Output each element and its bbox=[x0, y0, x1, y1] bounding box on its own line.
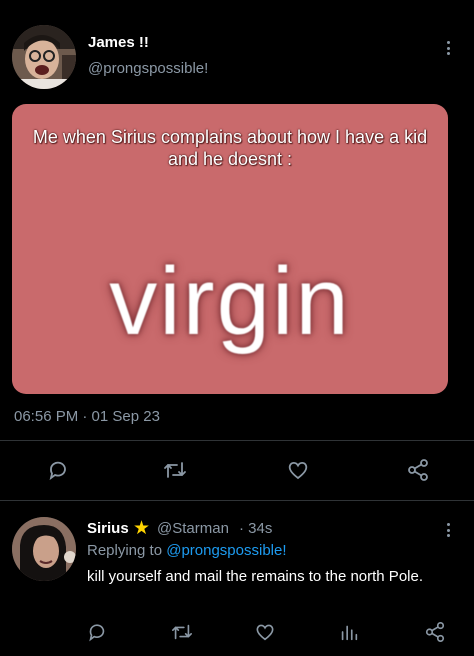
more-icon[interactable] bbox=[440, 520, 456, 540]
reply-icon bbox=[49, 461, 66, 481]
retweet-button[interactable] bbox=[168, 618, 196, 646]
author-handle[interactable]: @prongspossible! bbox=[88, 60, 208, 77]
reply-age[interactable]: · 34s bbox=[239, 520, 272, 537]
divider bbox=[0, 440, 474, 441]
meme-caption: Me when Sirius complains about how I hav… bbox=[32, 127, 428, 169]
author-name[interactable]: James !! bbox=[88, 34, 149, 51]
retweet-icon bbox=[172, 624, 192, 640]
reply-author-handle[interactable]: @Starman bbox=[157, 520, 229, 537]
tweet-media-image[interactable]: Me when Sirius complains about how I hav… bbox=[12, 104, 448, 394]
like-icon bbox=[288, 461, 308, 480]
meme-word: virgin bbox=[109, 248, 351, 355]
divider bbox=[0, 500, 474, 501]
like-icon bbox=[256, 624, 274, 641]
reply-author-avatar[interactable] bbox=[12, 517, 76, 581]
like-button[interactable] bbox=[284, 456, 312, 484]
reply-text: kill yourself and mail the remains to th… bbox=[87, 568, 423, 585]
reply-icon bbox=[89, 624, 105, 642]
more-icon[interactable] bbox=[440, 38, 456, 58]
replying-to: Replying to @prongspossible! bbox=[87, 542, 287, 559]
reply-button[interactable] bbox=[44, 456, 72, 484]
retweet-button[interactable] bbox=[161, 456, 189, 484]
tweet-timestamp[interactable]: 06:56 PM · 01 Sep 23 bbox=[14, 408, 160, 425]
avatar-image bbox=[12, 517, 76, 581]
retweet-icon bbox=[164, 462, 186, 478]
views-icon bbox=[341, 625, 358, 641]
share-icon bbox=[408, 459, 428, 481]
star-icon: ★ bbox=[133, 518, 151, 539]
share-button[interactable] bbox=[421, 618, 449, 646]
share-icon bbox=[425, 622, 445, 642]
like-button[interactable] bbox=[251, 618, 279, 646]
reply-author-name[interactable]: Sirius bbox=[87, 520, 129, 537]
share-button[interactable] bbox=[404, 456, 432, 484]
replying-to-prefix: Replying to bbox=[87, 542, 167, 559]
replying-to-handle[interactable]: @prongspossible! bbox=[166, 542, 286, 559]
reply-button[interactable] bbox=[83, 618, 111, 646]
avatar-image bbox=[12, 25, 76, 89]
author-avatar[interactable] bbox=[12, 25, 76, 89]
views-button[interactable] bbox=[335, 618, 363, 646]
